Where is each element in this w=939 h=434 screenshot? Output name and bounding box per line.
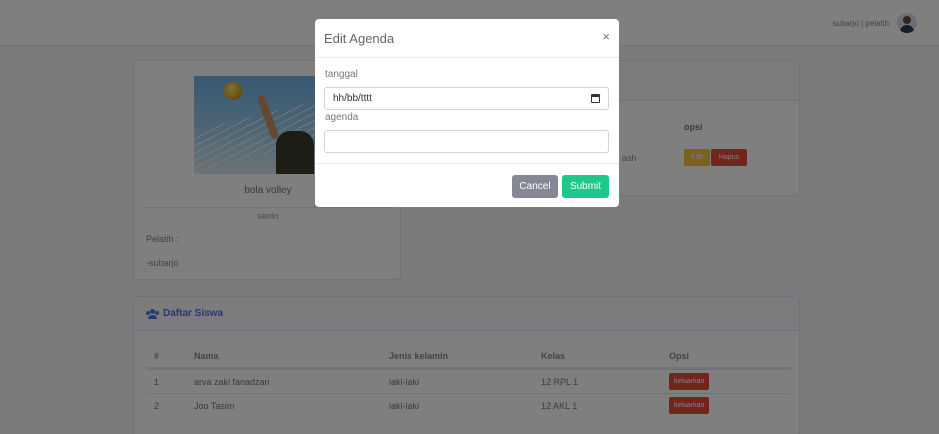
agenda-input[interactable] bbox=[324, 130, 609, 153]
close-icon[interactable]: × bbox=[602, 30, 610, 43]
modal-footer: Cancel Submit bbox=[315, 163, 619, 207]
calendar-icon[interactable] bbox=[591, 94, 600, 103]
submit-button[interactable]: Submit bbox=[562, 175, 609, 198]
tanggal-label: tanggal bbox=[325, 69, 358, 80]
modal-header: Edit Agenda × bbox=[315, 19, 619, 58]
cancel-button[interactable]: Cancel bbox=[512, 175, 558, 198]
edit-agenda-modal: Edit Agenda × tanggal hh/bb/tttt agenda … bbox=[315, 19, 619, 207]
agenda-label: agenda bbox=[325, 112, 359, 123]
tanggal-value: hh/bb/tttt bbox=[333, 93, 372, 104]
tanggal-date-input[interactable]: hh/bb/tttt bbox=[324, 87, 609, 110]
modal-title: Edit Agenda bbox=[324, 31, 395, 46]
